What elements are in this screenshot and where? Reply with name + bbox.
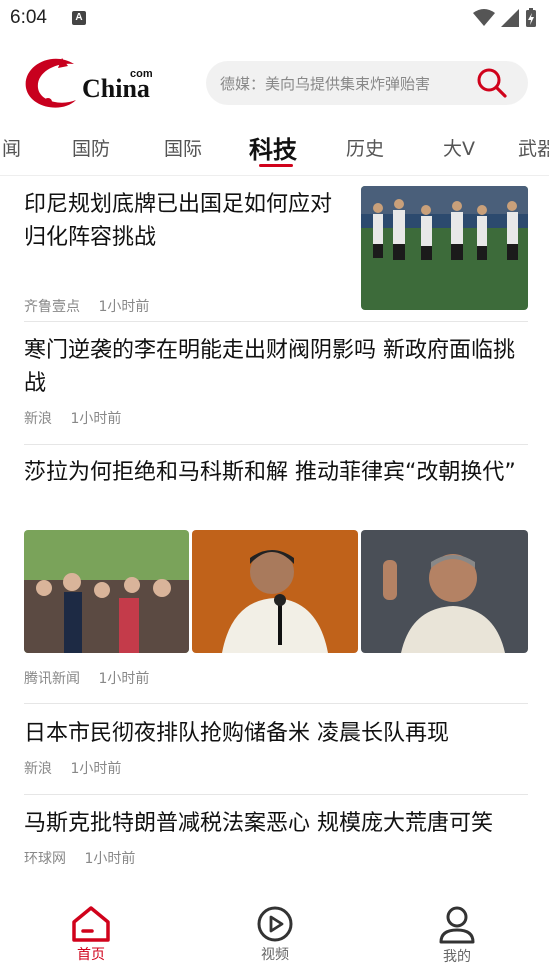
news-source: 齐鲁壹点: [24, 299, 80, 315]
news-item[interactable]: 日本市民彻夜排队抢购储备米 凌晨长队再现 新浪 1小时前: [24, 717, 528, 778]
bottom-navigation: 首页 视频 我的: [0, 896, 549, 976]
signal-icon: [501, 9, 519, 27]
news-thumbnail[interactable]: [192, 530, 358, 653]
status-bar: 6:04 A: [0, 0, 549, 38]
news-meta: 齐鲁壹点 1小时前: [24, 296, 163, 316]
wifi-icon: [473, 9, 495, 26]
news-source: 新浪: [24, 761, 52, 777]
news-time: 1小时前: [84, 851, 136, 867]
tab-defense[interactable]: 国防: [72, 134, 110, 161]
search-bar[interactable]: 德媒：美向乌提供集束炸弹贻害: [206, 61, 528, 105]
news-thumbnail[interactable]: [361, 186, 528, 310]
tab-international[interactable]: 国际: [164, 134, 202, 161]
tab-big-v[interactable]: 大V: [443, 134, 475, 161]
nav-video-label: 视频: [261, 947, 289, 963]
news-title[interactable]: 印尼规划底牌已出国足如何应对 归化阵容挑战: [24, 188, 346, 254]
news-meta: 新浪 1小时前: [24, 408, 528, 428]
divider: [24, 321, 528, 322]
divider: [24, 703, 528, 704]
divider: [24, 444, 528, 445]
politician-photo-image: [361, 530, 528, 653]
notification-icon: A: [72, 11, 86, 25]
news-title[interactable]: 莎拉为何拒绝和马科斯和解 推动菲律宾“改朝换代”: [24, 456, 528, 489]
status-icons: [473, 8, 537, 28]
home-icon: [72, 906, 110, 942]
news-source: 环球网: [24, 851, 66, 867]
football-players-image: [361, 186, 528, 310]
video-play-icon: [257, 906, 293, 942]
divider: [24, 794, 528, 795]
tab-history[interactable]: 历史: [346, 134, 384, 161]
user-icon: [439, 906, 475, 944]
news-thumbnail[interactable]: [361, 530, 528, 653]
nav-home-label: 首页: [77, 947, 105, 963]
app-header: China com 德媒：美向乌提供集束炸弹贻害: [0, 52, 549, 116]
speaker-photo-image: [192, 530, 358, 653]
news-time: 1小时前: [98, 299, 150, 315]
news-item[interactable]: 寒门逆袭的李在明能走出财阀阴影吗 新政府面临挑战 新浪 1小时前: [24, 334, 528, 428]
news-meta: 环球网 1小时前: [24, 848, 528, 868]
active-tab-indicator: [259, 164, 293, 167]
news-time: 1小时前: [98, 671, 150, 687]
nav-home[interactable]: 首页: [46, 906, 136, 964]
news-title[interactable]: 寒门逆袭的李在明能走出财阀阴影吗 新政府面临挑战: [24, 334, 528, 400]
tab-news[interactable]: 闻: [2, 134, 21, 161]
news-meta: 新浪 1小时前: [24, 758, 528, 778]
news-title[interactable]: 马斯克批特朗普减税法案恶心 规模庞大荒唐可笑: [24, 807, 528, 840]
news-source: 新浪: [24, 411, 52, 427]
nav-profile[interactable]: 我的: [412, 906, 502, 966]
china-com-logo[interactable]: China com: [22, 56, 162, 112]
news-source: 腾讯新闻: [24, 671, 80, 687]
logo-sup: com: [130, 68, 153, 80]
nav-profile-label: 我的: [443, 949, 471, 965]
news-feed[interactable]: 印尼规划底牌已出国足如何应对 归化阵容挑战 齐鲁壹点 1小时前 寒门逆袭的李在明…: [0, 176, 549, 896]
news-meta: 腾讯新闻 1小时前: [24, 668, 163, 688]
news-title[interactable]: 日本市民彻夜排队抢购储备米 凌晨长队再现: [24, 717, 528, 750]
search-input[interactable]: 德媒：美向乌提供集束炸弹贻害: [220, 73, 468, 94]
battery-icon: [526, 8, 536, 27]
tab-technology[interactable]: 科技: [249, 130, 297, 165]
nav-video[interactable]: 视频: [230, 906, 320, 964]
tab-weapons[interactable]: 武器: [518, 134, 549, 161]
category-tabs: 闻 国防 国际 科技 历史 大V 武器: [0, 124, 549, 176]
news-item[interactable]: 莎拉为何拒绝和马科斯和解 推动菲律宾“改朝换代”: [24, 456, 528, 489]
news-item[interactable]: 马斯克批特朗普减税法案恶心 规模庞大荒唐可笑 环球网 1小时前: [24, 807, 528, 868]
news-time: 1小时前: [70, 411, 122, 427]
status-time: 6:04: [10, 7, 47, 28]
news-time: 1小时前: [70, 761, 122, 777]
crowd-photo-image: [24, 530, 189, 653]
news-thumbnail[interactable]: [24, 530, 189, 653]
search-icon[interactable]: [476, 67, 508, 99]
